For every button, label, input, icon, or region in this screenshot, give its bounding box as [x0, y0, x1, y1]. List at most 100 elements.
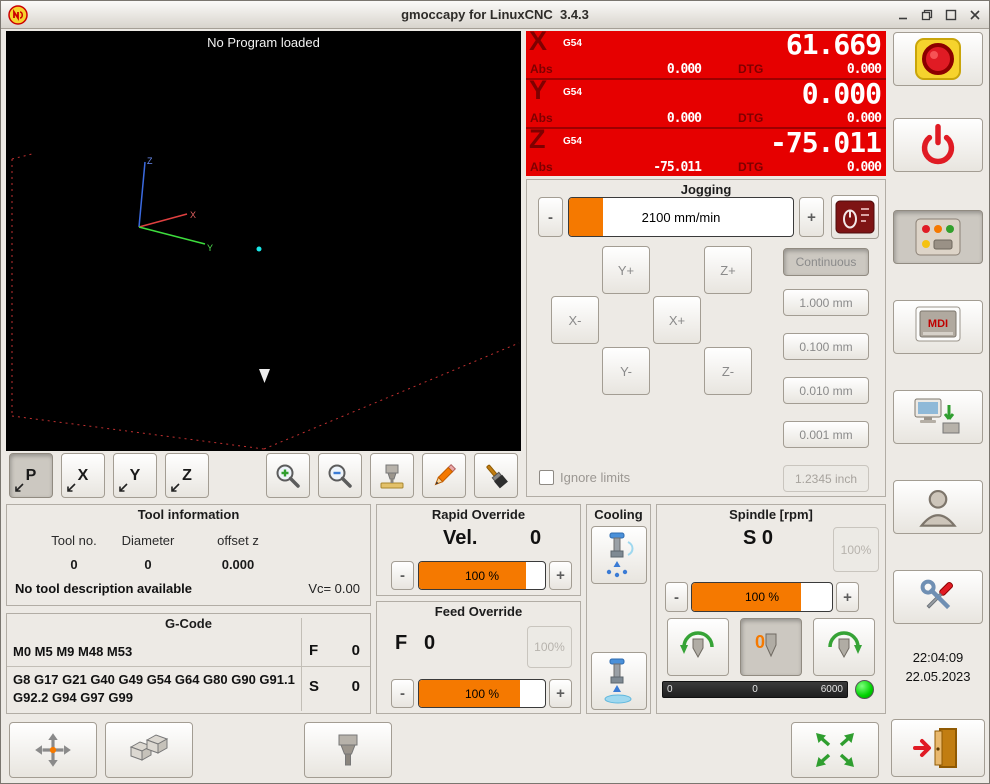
- jog-z-plus-button[interactable]: Z+: [704, 246, 752, 294]
- view-y-button[interactable]: Y: [113, 453, 157, 498]
- spindle-ccw-button[interactable]: [667, 618, 729, 676]
- dro-letter-z: Z: [529, 124, 546, 155]
- dro-dtg-label: DTG: [738, 62, 763, 76]
- feed-override-panel: Feed Override F 0 100% - 100 % +: [376, 601, 581, 714]
- tool-cone-marker: [259, 369, 270, 383]
- zoom-out-icon: [326, 462, 354, 490]
- dro-system-z: G54: [563, 136, 582, 147]
- dro-dtg-value: 0.000: [801, 111, 881, 126]
- clock-date: 22.05.2023: [893, 668, 983, 687]
- spindle-cw-icon: [822, 626, 866, 668]
- dro-panel: X G54 61.669 Abs 0.000 DTG 0.000 Y G54 0…: [526, 31, 886, 176]
- tool-measure-button[interactable]: [9, 722, 97, 778]
- restore-button[interactable]: [919, 7, 935, 23]
- gcode-divider-h: [7, 666, 370, 667]
- increment-1mm-button[interactable]: 1.000 mm: [783, 289, 869, 316]
- gcode-panel: G-Code M0 M5 M9 M48 M53 G8 G17 G21 G40 G…: [6, 613, 371, 714]
- settings-tools-button[interactable]: [893, 570, 983, 624]
- exit-button[interactable]: [891, 719, 985, 777]
- machine-limits-wireframe: Z X Y: [6, 31, 521, 451]
- zoom-in-icon: [274, 462, 302, 490]
- mdi-label: MDI: [928, 318, 948, 330]
- auto-mode-button[interactable]: [893, 390, 983, 444]
- close-button[interactable]: [967, 7, 983, 23]
- zoom-out-button[interactable]: [318, 453, 362, 498]
- ignore-limits-checkbox[interactable]: [539, 470, 554, 485]
- feed-label: F: [395, 632, 407, 655]
- estop-icon: [910, 37, 966, 81]
- view-arrow-icon: [65, 482, 77, 494]
- tool-view-button[interactable]: [370, 453, 414, 498]
- spindle-override-slider[interactable]: 100 %: [691, 582, 833, 612]
- dro-axis-x[interactable]: X G54 61.669 Abs 0.000 DTG 0.000: [526, 31, 886, 78]
- dro-dtg-label: DTG: [738, 111, 763, 125]
- origin-marker: [257, 247, 262, 252]
- rapid-minus-button[interactable]: -: [391, 561, 414, 590]
- manual-mode-button[interactable]: [893, 210, 983, 264]
- jog-pendant-button[interactable]: [831, 195, 879, 239]
- feed-minus-button[interactable]: -: [391, 679, 414, 708]
- spindle-rpm-bar: 0 0 6000: [662, 681, 848, 698]
- spindle-stop-button[interactable]: 0: [740, 618, 802, 676]
- gremlin-preview[interactable]: No Program loaded Z X Y: [6, 31, 521, 451]
- spindle-panel: Spindle [rpm] S 0 100% - 100 % + 0: [656, 504, 886, 714]
- spindle-plus-button[interactable]: +: [836, 582, 859, 612]
- flood-coolant-button[interactable]: [591, 652, 647, 710]
- view-z-button[interactable]: Z: [165, 453, 209, 498]
- spindle-stop-zero: 0: [755, 632, 765, 652]
- minimize-button[interactable]: [895, 7, 911, 23]
- increment-01mm-button[interactable]: 0.100 mm: [783, 333, 869, 360]
- feed-reset-button[interactable]: 100%: [527, 626, 572, 668]
- jog-x-minus-button[interactable]: X-: [551, 296, 599, 344]
- spindle-reset-button[interactable]: 100%: [833, 527, 879, 572]
- view-x-label: X: [78, 467, 89, 485]
- spindle-minus-button[interactable]: -: [665, 582, 688, 612]
- increment-0001mm-button[interactable]: 0.001 mm: [783, 421, 869, 448]
- jog-y-minus-button[interactable]: Y-: [602, 347, 650, 395]
- zoom-in-button[interactable]: [266, 453, 310, 498]
- maximize-button[interactable]: [943, 7, 959, 23]
- dro-abs-label: Abs: [530, 160, 553, 174]
- jog-z-minus-button[interactable]: Z-: [704, 347, 752, 395]
- velocity-value: 0: [530, 527, 541, 550]
- mdi-icon: MDI: [912, 305, 964, 349]
- jog-x-plus-button[interactable]: X+: [653, 296, 701, 344]
- feed-override-slider[interactable]: 100 %: [418, 679, 546, 708]
- spindle-bar-min: 0: [667, 684, 673, 695]
- feed-override-title: Feed Override: [377, 604, 580, 619]
- jog-speed-minus-button[interactable]: -: [538, 197, 563, 237]
- spindle-cw-button[interactable]: [813, 618, 875, 676]
- mist-coolant-button[interactable]: [591, 526, 647, 584]
- rapid-plus-button[interactable]: +: [549, 561, 572, 590]
- tool-description: No tool description available: [15, 581, 192, 596]
- diameter-value: 0: [103, 557, 193, 572]
- jog-pendant-icon: [835, 200, 875, 234]
- view-perspective-button[interactable]: P: [9, 453, 53, 498]
- fullscreen-button[interactable]: [791, 722, 879, 778]
- dro-system-y: G54: [563, 87, 582, 98]
- feed-code-value: 0: [352, 642, 360, 659]
- mdi-mode-button[interactable]: MDI: [893, 300, 983, 354]
- dro-axis-y[interactable]: Y G54 0.000 Abs 0.000 DTG 0.000: [526, 80, 886, 127]
- increment-001mm-button[interactable]: 0.010 mm: [783, 377, 869, 404]
- clear-plot-button[interactable]: [474, 453, 518, 498]
- jog-speed-plus-button[interactable]: +: [799, 197, 824, 237]
- gcode-divider-v: [301, 618, 302, 711]
- machine-on-button[interactable]: [893, 118, 983, 172]
- jog-speed-slider[interactable]: 2100 mm/min: [568, 197, 794, 237]
- edit-gcode-button[interactable]: [422, 453, 466, 498]
- user-settings-button[interactable]: [893, 480, 983, 534]
- rapid-override-panel: Rapid Override Vel. 0 - 100 % +: [376, 504, 581, 596]
- jogging-title: Jogging: [527, 182, 885, 197]
- jogging-panel: Jogging - 2100 mm/min + Y+ Z+ X- X+ Y- Z…: [526, 179, 886, 497]
- increment-continuous-button[interactable]: Continuous: [783, 248, 869, 276]
- dro-axis-z[interactable]: Z G54 -75.011 Abs -75.011 DTG 0.000: [526, 129, 886, 176]
- jog-y-plus-button[interactable]: Y+: [602, 246, 650, 294]
- estop-button[interactable]: [893, 32, 983, 86]
- tool-change-button[interactable]: [304, 722, 392, 778]
- feed-plus-button[interactable]: +: [549, 679, 572, 708]
- view-x-button[interactable]: X: [61, 453, 105, 498]
- rapid-override-slider[interactable]: 100 %: [418, 561, 546, 590]
- touch-blocks-icon: [127, 731, 171, 769]
- block-height-button[interactable]: [105, 722, 193, 778]
